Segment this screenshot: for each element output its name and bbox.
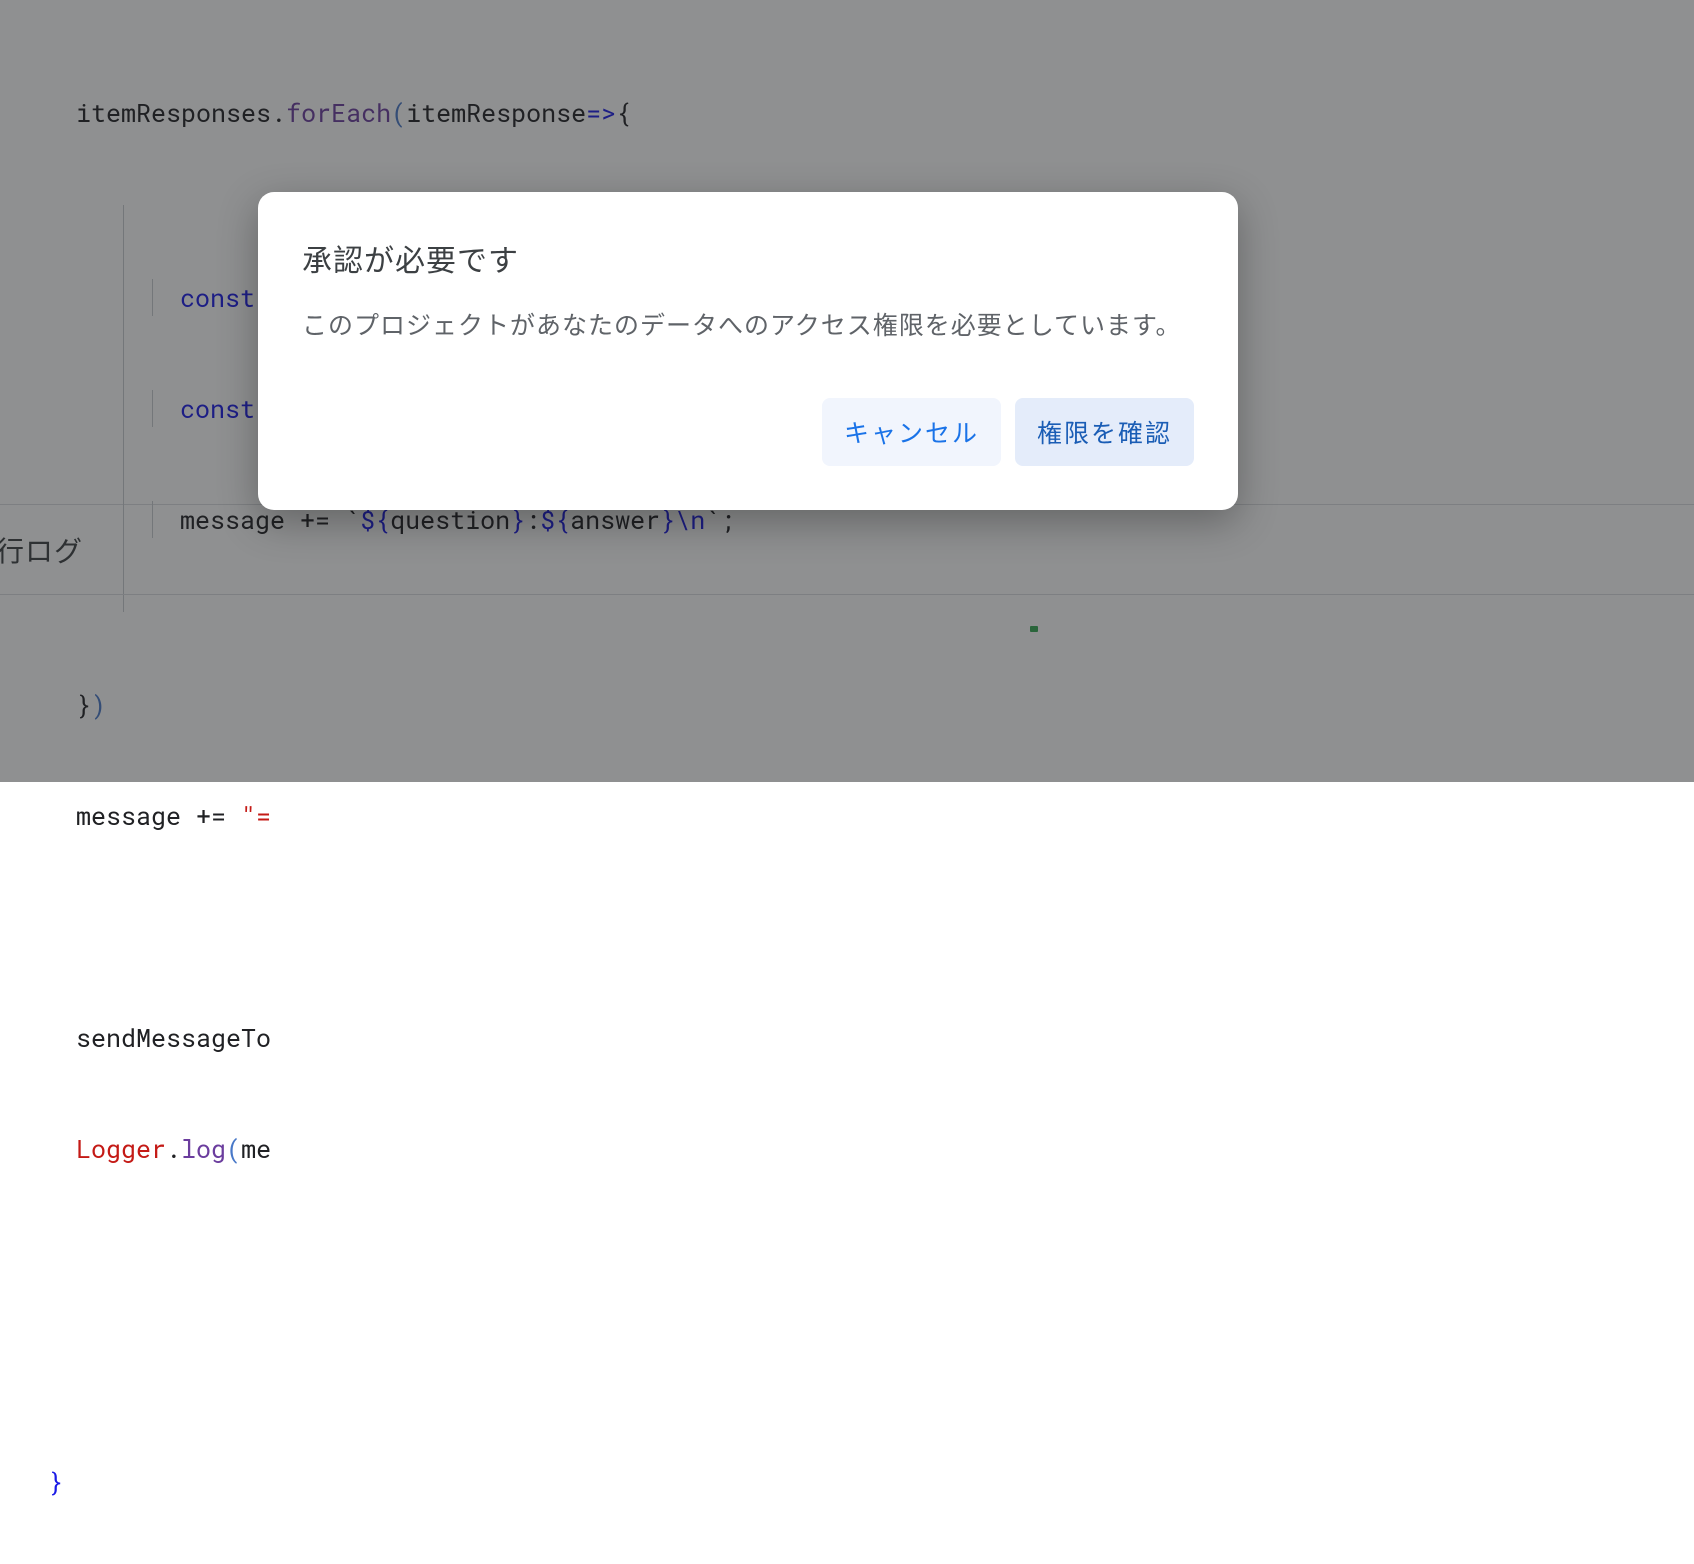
authorization-dialog: 承認が必要です このプロジェクトがあなたのデータへのアクセス権限を必要としていま… — [258, 192, 1238, 510]
cancel-button[interactable]: キャンセル — [822, 398, 1001, 466]
dialog-title: 承認が必要です — [302, 236, 1194, 280]
dialog-body-text: このプロジェクトがあなたのデータへのアクセス権限を必要としています。 — [302, 308, 1194, 346]
dialog-actions: キャンセル 権限を確認 — [302, 398, 1194, 466]
review-permissions-button[interactable]: 権限を確認 — [1015, 398, 1194, 466]
